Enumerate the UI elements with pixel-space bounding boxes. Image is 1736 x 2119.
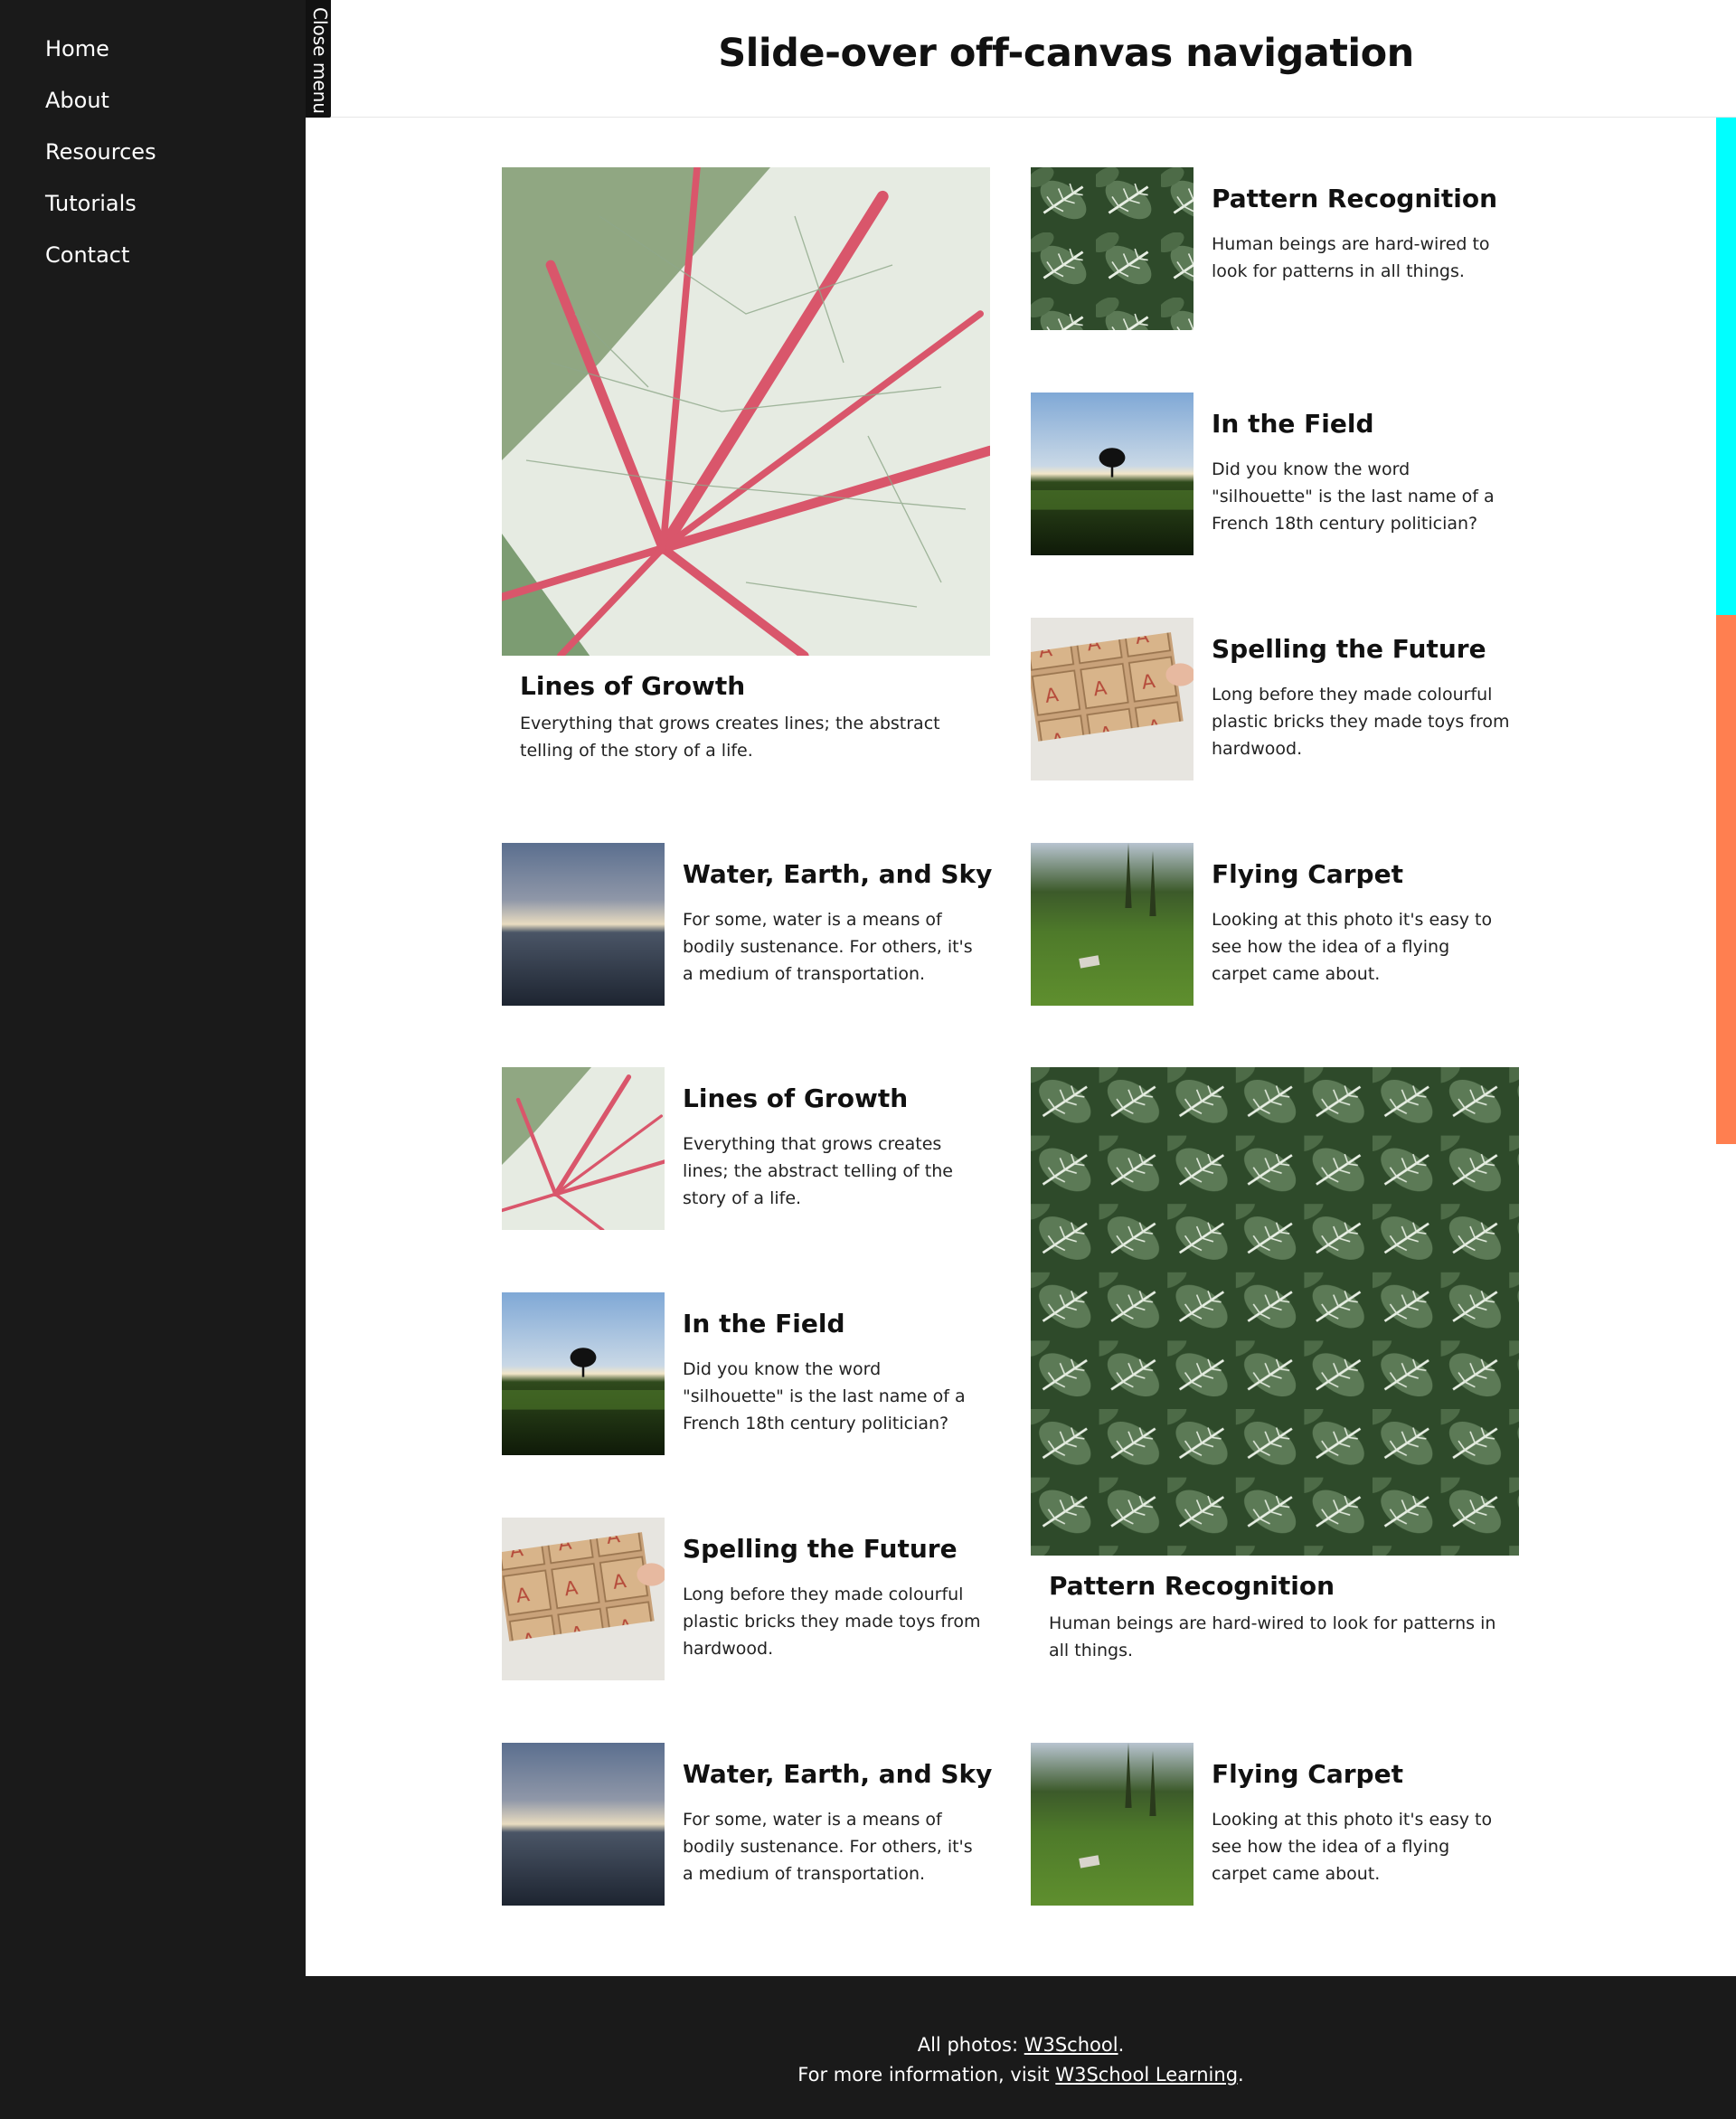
footer-info: For more information, visit W3School Lea…: [306, 2060, 1736, 2090]
card-text: Human beings are hard-wired to look for …: [1212, 234, 1490, 281]
card-text: Everything that grows creates lines; the…: [683, 1134, 953, 1208]
card-title: Spelling the Future: [683, 1534, 958, 1564]
card-title: Flying Carpet: [1212, 859, 1403, 889]
water-sky-photo: [502, 843, 665, 1006]
footer-photos-prefix: All photos:: [917, 2034, 1024, 2056]
footer-info-suffix: .: [1238, 2064, 1244, 2086]
sidebar-item-home[interactable]: Home: [45, 36, 109, 61]
page-footer: All photos: W3School. For more informati…: [306, 1976, 1736, 2119]
footer-photos-suffix: .: [1118, 2034, 1125, 2056]
footer-photos-link[interactable]: W3School: [1024, 2034, 1118, 2056]
leaf-photo: [502, 167, 990, 656]
card-text: Looking at this photo it's easy to see h…: [1212, 910, 1493, 984]
plants-photo: [1031, 167, 1194, 330]
card-title: Lines of Growth: [683, 1083, 909, 1113]
card-pattern-recognition[interactable]: Pattern Recognition Human beings are har…: [1031, 1067, 1519, 1682]
page-title: Slide-over off-canvas navigation: [718, 31, 1414, 76]
carpet-lawn-photo: [1031, 1743, 1194, 1906]
card-text: Long before they made colourful plastic …: [683, 1585, 981, 1659]
sidebar-nav: Home About Resources Tutorials Contact: [0, 0, 306, 290]
offcanvas-sidebar: Home About Resources Tutorials Contact: [0, 0, 306, 2119]
footer-info-link[interactable]: W3School Learning: [1055, 2064, 1238, 2086]
card-spelling-the-future[interactable]: Spelling the Future Long before they mad…: [502, 1518, 990, 1698]
card-in-the-field[interactable]: In the Field Did you know the word "silh…: [502, 1292, 990, 1473]
plants-photo: [1031, 1067, 1519, 1556]
card-lines-of-growth[interactable]: Lines of Growth Everything that grows cr…: [502, 167, 990, 782]
card-title: Water, Earth, and Sky: [683, 859, 993, 889]
close-menu-button[interactable]: Close menu: [306, 0, 331, 118]
card-flying-carpet[interactable]: Flying Carpet Looking at this photo it's…: [1031, 1743, 1519, 1924]
card-text: Everything that grows creates lines; the…: [520, 714, 940, 761]
card-text: Did you know the word "silhouette" is th…: [1212, 459, 1495, 534]
sidebar-item-tutorials[interactable]: Tutorials: [45, 191, 137, 216]
leaf-photo: [502, 1067, 665, 1230]
sidebar-item-about[interactable]: About: [45, 88, 109, 113]
card-title: In the Field: [1212, 409, 1374, 439]
card-title: Pattern Recognition: [1049, 1571, 1335, 1601]
card-title: Flying Carpet: [1212, 1759, 1403, 1789]
field-tree-photo: [1031, 393, 1194, 555]
card-text: For some, water is a means of bodily sus…: [683, 910, 973, 984]
footer-info-prefix: For more information, visit: [797, 2064, 1056, 2086]
card-text: Looking at this photo it's easy to see h…: [1212, 1810, 1493, 1884]
card-title: Spelling the Future: [1212, 634, 1486, 664]
card-text: Human beings are hard-wired to look for …: [1049, 1613, 1496, 1660]
card-title: Lines of Growth: [520, 671, 746, 701]
card-pattern-recognition[interactable]: Pattern Recognition Human beings are har…: [1031, 167, 1519, 348]
scroll-indicator-top: [1716, 118, 1736, 615]
card-title: Water, Earth, and Sky: [683, 1759, 993, 1789]
wooden-blocks-photo: [1031, 618, 1194, 780]
card-text: Did you know the word "silhouette" is th…: [683, 1359, 966, 1433]
sidebar-item-contact[interactable]: Contact: [45, 242, 129, 268]
footer-photos-credit: All photos: W3School.: [306, 2030, 1736, 2060]
page-header: Slide-over off-canvas navigation: [306, 0, 1736, 118]
card-flying-carpet[interactable]: Flying Carpet Looking at this photo it's…: [1031, 843, 1519, 1024]
wooden-blocks-photo: [502, 1518, 665, 1680]
water-sky-photo: [502, 1743, 665, 1906]
card-in-the-field[interactable]: In the Field Did you know the word "silh…: [1031, 393, 1519, 573]
card-water-earth-sky[interactable]: Water, Earth, and Sky For some, water is…: [502, 1743, 993, 1924]
scroll-indicator-bottom: [1716, 615, 1736, 1144]
card-text: Long before they made colourful plastic …: [1212, 685, 1510, 759]
card-title: Pattern Recognition: [1212, 184, 1498, 213]
sidebar-item-resources[interactable]: Resources: [45, 139, 156, 165]
card-water-earth-sky[interactable]: Water, Earth, and Sky For some, water is…: [502, 843, 993, 1024]
close-menu-label: Close menu: [309, 7, 331, 114]
card-spelling-the-future[interactable]: Spelling the Future Long before they mad…: [1031, 618, 1519, 799]
carpet-lawn-photo: [1031, 843, 1194, 1006]
card-lines-of-growth[interactable]: Lines of Growth Everything that grows cr…: [502, 1067, 990, 1248]
card-title: In the Field: [683, 1309, 845, 1339]
field-tree-photo: [502, 1292, 665, 1455]
card-text: For some, water is a means of bodily sus…: [683, 1810, 973, 1884]
